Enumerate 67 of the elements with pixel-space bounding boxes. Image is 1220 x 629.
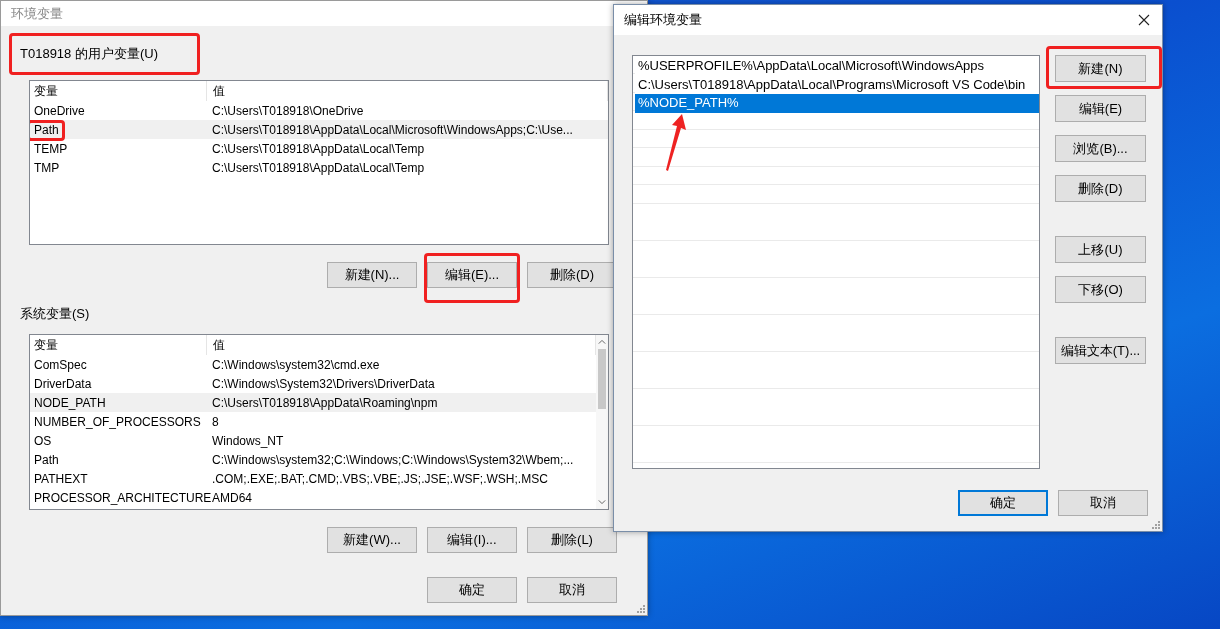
table-row[interactable]: NUMBER_OF_PROCESSORS 8	[30, 412, 596, 431]
table-cell-text: 8	[211, 414, 220, 429]
dialog-button[interactable]: 取消	[1058, 490, 1148, 516]
table-row[interactable]: PROCESSOR_ARCHITECTUREAMD64	[30, 488, 596, 507]
column-header[interactable]: 变量	[30, 335, 207, 355]
table-cell-text: C:\Windows\System32\Drivers\DriverData	[211, 376, 436, 391]
table-cell: NUMBER_OF_PROCESSORS	[34, 414, 201, 429]
table-row[interactable]: TMP C:\Users\T018918\AppData\Local\Temp	[30, 158, 608, 177]
group-title: 系统变量(S)	[19, 305, 91, 323]
list-item[interactable]: %NODE_PATH%	[635, 94, 1039, 113]
table-cell: DriverData	[34, 376, 92, 391]
table-cell-text: C:\Users\T018918\AppData\Roaming\npm	[211, 395, 439, 410]
table-row[interactable]: NODE_PATH C:\Users\T018918\AppData\Roaming\npm	[30, 393, 596, 412]
dialog-button[interactable]: 确定	[427, 577, 517, 603]
dialog-button[interactable]: 删除(L)	[527, 527, 617, 553]
table-cell-text: Windows_NT	[211, 433, 285, 448]
dialog-button[interactable]: 编辑(E)...	[427, 262, 517, 288]
table-cell-text: C:\Users\T018918\AppData\Local\Temp	[211, 141, 426, 156]
dialog-button[interactable]: 编辑文本(T)...	[1055, 337, 1146, 364]
table-row[interactable]: Path C:\Users\T018918\AppData\Local\Microsoft\WindowsApps;C:\Use...	[30, 120, 608, 139]
table-cell-text: C:\Windows\system32\cmd.exe	[211, 357, 381, 372]
dialog-button[interactable]: 新建(W)...	[327, 527, 417, 553]
table-cell: NODE_PATH	[34, 395, 106, 410]
dialog-button[interactable]: 确定	[958, 490, 1048, 516]
table-cell: PROCESSOR_ARCHITECTURE	[34, 490, 212, 505]
table-cell-text: .COM;.EXE;.BAT;.CMD;.VBS;.VBE;.JS;.JSE;.WSF;.WSH;.MSC	[211, 471, 549, 486]
table-cell: ComSpec	[34, 357, 87, 372]
dialog-button[interactable]: 删除(D)	[1055, 175, 1146, 202]
table-cell-text: C:\Users\T018918\AppData\Local\Temp	[211, 160, 426, 175]
table-row[interactable]: DriverData C:\Windows\System32\Drivers\DriverData	[30, 374, 596, 393]
table-cell-text: C:\Windows\system32;C:\Windows;C:\Windows\System32\Wbem;...	[211, 452, 575, 467]
table-cell: TEMP	[34, 141, 68, 156]
table-row[interactable]: Path C:\Windows\system32;C:\Windows;C:\Windows\System32\Wbem;...	[30, 450, 596, 469]
group-title: T018918 的用户变量(U)	[19, 45, 159, 63]
column-header[interactable]: 值	[207, 81, 608, 101]
table-row[interactable]: ComSpec C:\Windows\system32\cmd.exe	[30, 355, 596, 374]
table-row[interactable]: OS Windows_NT	[30, 431, 596, 450]
dialog-button[interactable]: 上移(U)	[1055, 236, 1146, 263]
scroll-down-icon[interactable]	[598, 499, 606, 505]
dialog-button[interactable]: 新建(N)	[1055, 55, 1146, 82]
dialog-button[interactable]: 浏览(B)...	[1055, 135, 1146, 162]
scrollbar[interactable]	[596, 335, 608, 509]
table-cell: Path	[34, 452, 59, 467]
table-cell: Path	[34, 122, 59, 137]
table-cell-text: C:\Users\T018918\OneDrive	[211, 103, 365, 118]
window-title: 编辑环境变量	[624, 11, 702, 29]
window-title: 环境变量	[11, 4, 63, 23]
column-header[interactable]: 变量	[30, 81, 207, 101]
dialog-button[interactable]: 下移(O)	[1055, 276, 1146, 303]
dialog-button[interactable]: 取消	[527, 577, 617, 603]
dialog-button[interactable]: 编辑(E)	[1055, 95, 1146, 122]
dialog-button[interactable]: 编辑(I)...	[427, 527, 517, 553]
resize-grip-icon[interactable]	[1152, 521, 1160, 529]
table-cell: OneDrive	[34, 103, 85, 118]
arrow-drawing	[663, 113, 687, 173]
table-cell: OS	[34, 433, 52, 448]
table-row[interactable]: OneDrive C:\Users\T018918\OneDrive	[30, 101, 608, 120]
scroll-up-icon[interactable]	[598, 339, 606, 345]
table-cell-text: C:\Users\T018918\AppData\Local\Microsoft\WindowsApps;C:\Use...	[211, 122, 574, 137]
table-row[interactable]: TEMP C:\Users\T018918\AppData\Local\Temp	[30, 139, 608, 158]
scrollbar-thumb[interactable]	[598, 349, 606, 409]
close-icon[interactable]	[1138, 14, 1150, 26]
table-cell: PATHEXT	[34, 471, 88, 486]
resize-grip-icon[interactable]	[637, 605, 645, 613]
table-cell: TMP	[34, 160, 60, 175]
dialog-button[interactable]: 新建(N)...	[327, 262, 417, 288]
table-row[interactable]: PATHEXT .COM;.EXE;.BAT;.CMD;.VBS;.VBE;.JS;.JSE;.WSF;.WSH;.MSC	[30, 469, 596, 488]
